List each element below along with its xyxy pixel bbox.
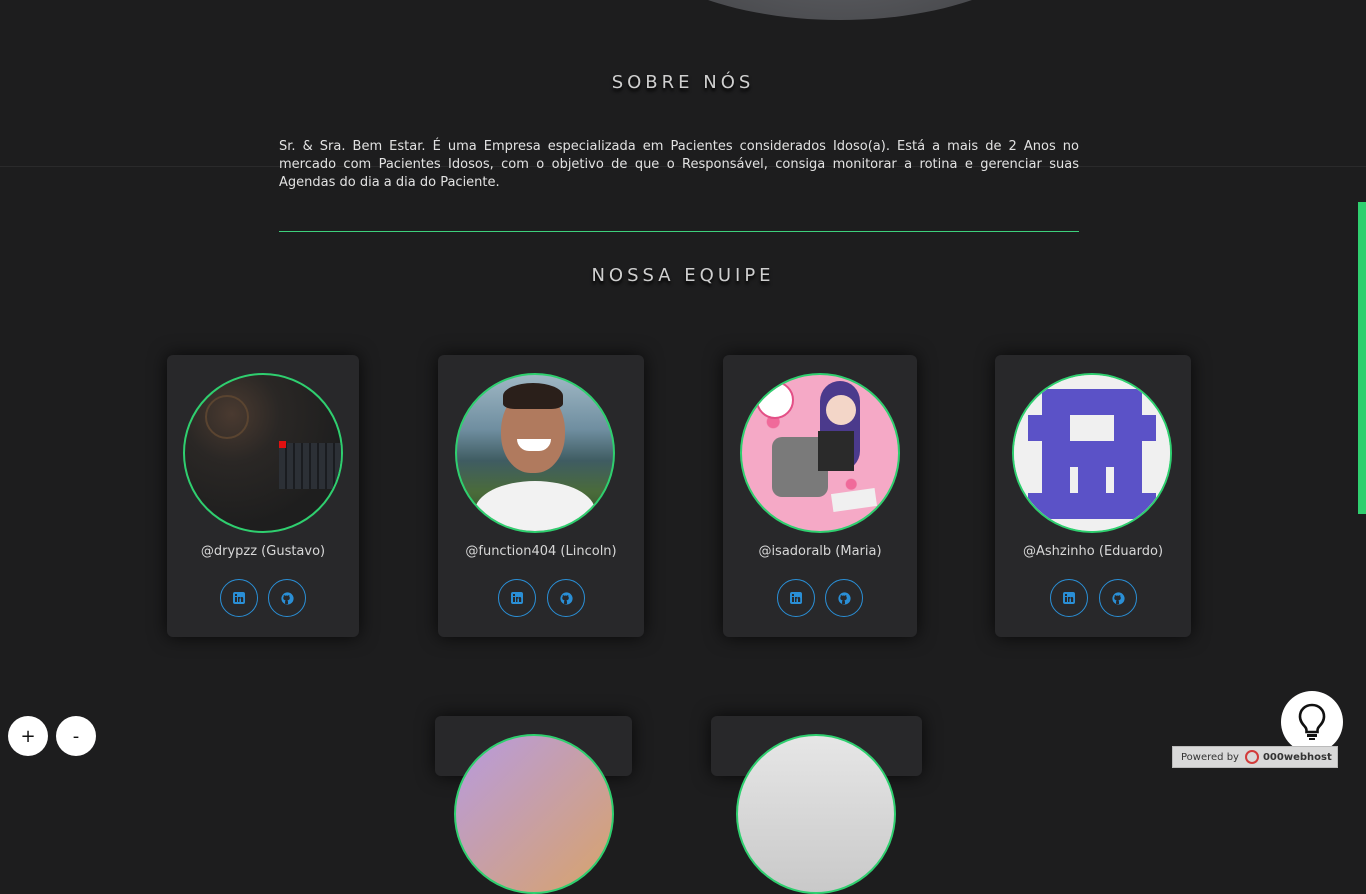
host-logo-icon	[1244, 750, 1259, 764]
avatar	[455, 373, 615, 533]
github-icon	[559, 591, 573, 605]
powered-by-badge[interactable]: Powered by 000webhost	[1172, 746, 1338, 768]
linkedin-button[interactable]	[220, 579, 258, 617]
member-name: @Ashzinho (Eduardo)	[1022, 544, 1164, 559]
linkedin-icon	[511, 592, 523, 604]
zoom-in-button[interactable]: +	[8, 716, 48, 756]
host-name: 000webhost	[1262, 751, 1332, 763]
linkedin-icon	[1063, 592, 1075, 604]
about-heading: SOBRE NÓS	[611, 72, 755, 93]
lightbulb-icon	[1298, 703, 1326, 740]
avatar	[740, 373, 900, 533]
scroll-indicator	[1358, 202, 1366, 514]
github-button[interactable]	[1099, 579, 1137, 617]
about-text: Sr. & Sra. Bem Estar. É uma Empresa espe…	[279, 139, 1079, 190]
help-button[interactable]	[1281, 691, 1343, 753]
member-name: @function404 (Lincoln)	[465, 544, 617, 559]
github-icon	[1111, 591, 1125, 605]
github-button[interactable]	[547, 579, 585, 617]
github-button[interactable]	[268, 579, 306, 617]
linkedin-button[interactable]	[1050, 579, 1088, 617]
avatar	[736, 734, 896, 894]
zoom-out-button[interactable]: -	[56, 716, 96, 756]
linkedin-icon	[790, 592, 802, 604]
avatar	[454, 734, 614, 894]
linkedin-icon	[233, 592, 245, 604]
hero-arc-decoration	[620, 0, 1060, 20]
github-icon	[837, 591, 851, 605]
about-divider	[279, 231, 1079, 232]
linkedin-button[interactable]	[498, 579, 536, 617]
linkedin-button[interactable]	[777, 579, 815, 617]
github-button[interactable]	[825, 579, 863, 617]
avatar	[1012, 373, 1172, 533]
team-heading: NOSSA EQUIPE	[591, 265, 775, 286]
github-icon	[280, 591, 294, 605]
powered-label: Powered by	[1181, 751, 1239, 763]
avatar	[183, 373, 343, 533]
member-name: @drypzz (Gustavo)	[200, 544, 326, 559]
member-name: @isadoralb (Maria)	[758, 544, 882, 559]
